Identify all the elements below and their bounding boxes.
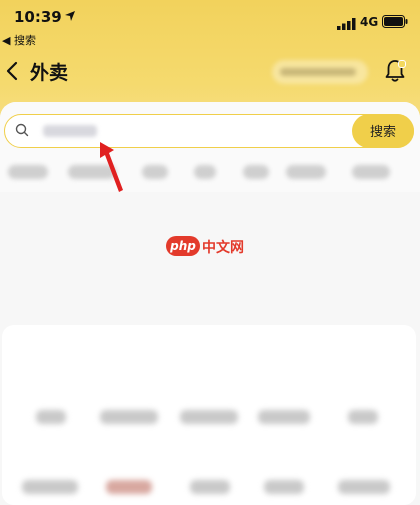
back-to-app-link[interactable]: ◀ 搜索 [2,32,36,48]
category-label[interactable] [348,410,378,424]
category-label[interactable] [106,480,152,494]
battery-icon [382,15,408,28]
category-label[interactable] [180,410,238,424]
shop-category-card [2,325,416,505]
category-label[interactable] [264,480,304,494]
watermark-text: 中文网 [202,240,244,256]
hot-search-chip[interactable] [286,165,326,179]
category-label[interactable] [36,410,66,424]
category-label[interactable] [100,410,158,424]
search-bar[interactable]: 搜索 [4,113,414,148]
hot-search-chip[interactable] [352,165,390,179]
watermark: php 中文网 [166,236,256,258]
annotation-arrow-icon [100,142,123,192]
watermark-badge: php [166,236,200,256]
page-title: 外卖 [30,62,69,84]
status-time: 10:39 [14,8,62,26]
hot-search-chip[interactable] [243,165,269,179]
hot-search-chip[interactable] [8,165,48,179]
status-bar: 10:39 ◀ 搜索 4G [0,0,420,48]
category-label[interactable] [338,480,390,494]
back-chevron-icon[interactable] [4,60,22,82]
search-icon [15,123,29,137]
search-input[interactable] [37,121,341,143]
search-button[interactable]: 搜索 [352,113,414,148]
signal-icon [337,18,356,30]
hot-search-chip[interactable] [142,165,168,179]
category-label[interactable] [190,480,230,494]
hot-search-chip[interactable] [194,165,216,179]
location-pill[interactable] [272,60,368,84]
location-arrow-icon [65,11,75,21]
category-label[interactable] [258,410,310,424]
network-type: 4G [360,15,379,29]
notification-dot [398,60,406,68]
category-label[interactable] [22,480,78,494]
